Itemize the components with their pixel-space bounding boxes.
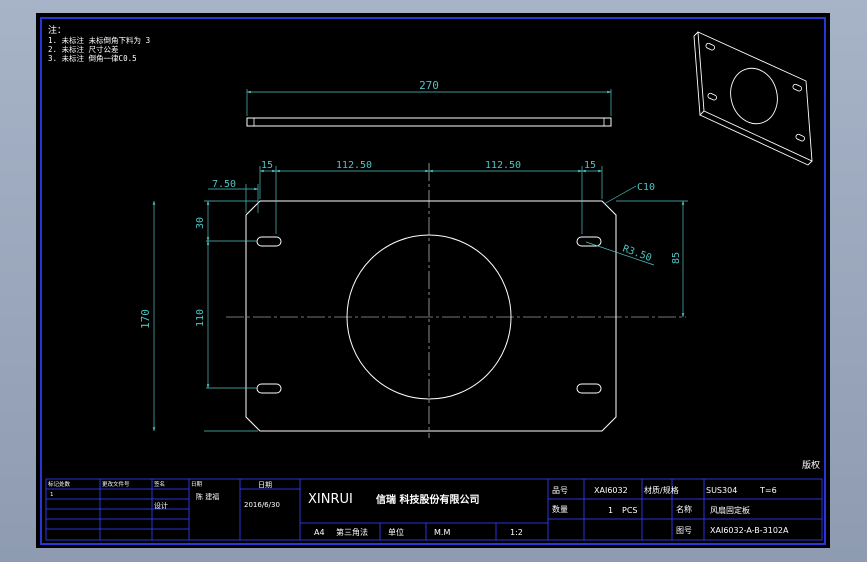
dim-left-pitch: 110 bbox=[195, 309, 206, 327]
designer-label: 设计 bbox=[154, 501, 168, 510]
dim-slot-edge: 7.50 bbox=[212, 179, 236, 190]
date-label: 日期 bbox=[258, 481, 272, 489]
drawing-no-label: 图号 bbox=[676, 526, 692, 535]
drawing-frame bbox=[40, 17, 826, 545]
note-line-3: 3. 未标注 倒角一律C0.5 bbox=[48, 53, 137, 63]
name-value: 风扇固定板 bbox=[710, 505, 750, 515]
stamp-text: 版权 bbox=[802, 459, 820, 471]
cad-drawing: 注： 1. 未标注 未标倒角下料为 3 2. 未标注 尺寸公差 3. 未标注 倒… bbox=[40, 17, 826, 545]
revision-header-3: 签名 bbox=[154, 480, 165, 488]
front-view bbox=[226, 163, 686, 438]
dim-left-height: 170 bbox=[139, 309, 152, 329]
revision-header-1: 标记处数 bbox=[48, 480, 71, 488]
front-dimension-texts: 15 112.50 112.50 15 7.50 C10 R3.50 170 3… bbox=[139, 160, 682, 329]
scale-value: 1:2 bbox=[510, 528, 523, 537]
unit-value: M.M bbox=[434, 528, 450, 537]
paper-size: A4 bbox=[314, 528, 325, 537]
slot-top-right bbox=[576, 236, 602, 247]
dim-top-left-offset: 15 bbox=[261, 160, 273, 171]
dim-top-right-offset: 15 bbox=[584, 160, 596, 171]
revision-header-2: 更改文件号 bbox=[102, 480, 130, 488]
name-label: 名称 bbox=[676, 504, 692, 514]
drawing-sheet: 注： 1. 未标注 未标倒角下料为 3 2. 未标注 尺寸公差 3. 未标注 倒… bbox=[36, 13, 830, 548]
front-dimensions bbox=[152, 166, 688, 432]
date-value: 2016/6/30 bbox=[244, 501, 280, 509]
dim-right-height: 85 bbox=[671, 252, 682, 264]
slot-bottom-right bbox=[576, 383, 602, 394]
part-no-value: XAI6032 bbox=[594, 486, 628, 495]
slot-bottom-left bbox=[256, 383, 282, 394]
isometric-view bbox=[693, 31, 813, 166]
material-label: 材质/规格 bbox=[644, 485, 679, 495]
note-line-2: 2. 未标注 尺寸公差 bbox=[48, 44, 119, 54]
notes-title: 注： bbox=[48, 24, 66, 36]
title-block: 标记处数 更改文件号 签名 日期 1 设计 陈 建福 日期 2016/6/30 … bbox=[45, 478, 823, 541]
part-no-label: 品号 bbox=[552, 486, 568, 495]
qty-value: 1 bbox=[608, 506, 613, 515]
designer-name: 陈 建福 bbox=[196, 492, 219, 501]
note-line-1: 1. 未标注 未标倒角下料为 3 bbox=[48, 35, 150, 45]
slot-top-left bbox=[256, 236, 282, 247]
company-cn: 信瑞 科技股份有限公司 bbox=[376, 493, 479, 506]
dim-chamfer: C10 bbox=[637, 182, 655, 193]
drawing-no-value: XAI6032-A-B-3102A bbox=[710, 526, 789, 535]
dim-slot-radius: R3.50 bbox=[621, 243, 653, 264]
revision-row-1: 1 bbox=[50, 492, 53, 498]
qty-label: 数量 bbox=[552, 504, 568, 514]
technical-notes: 注： 1. 未标注 未标倒角下料为 3 2. 未标注 尺寸公差 3. 未标注 倒… bbox=[48, 24, 150, 63]
dim-top-left-half: 112.50 bbox=[336, 160, 372, 171]
company-en: XINRUI bbox=[308, 492, 353, 507]
thickness-value: T=6 bbox=[759, 486, 777, 495]
material-value: SUS304 bbox=[706, 486, 737, 495]
revision-header-4: 日期 bbox=[191, 481, 203, 488]
qty-unit: PCS bbox=[622, 506, 638, 515]
dim-top-right-half: 112.50 bbox=[485, 160, 521, 171]
unit-label: 单位 bbox=[388, 527, 404, 537]
dim-left-first: 30 bbox=[195, 217, 206, 229]
side-view: 270 bbox=[246, 79, 612, 127]
dim-side-length: 270 bbox=[419, 79, 439, 92]
side-view-plate bbox=[246, 117, 612, 127]
projection-angle: 第三角法 bbox=[336, 527, 368, 537]
